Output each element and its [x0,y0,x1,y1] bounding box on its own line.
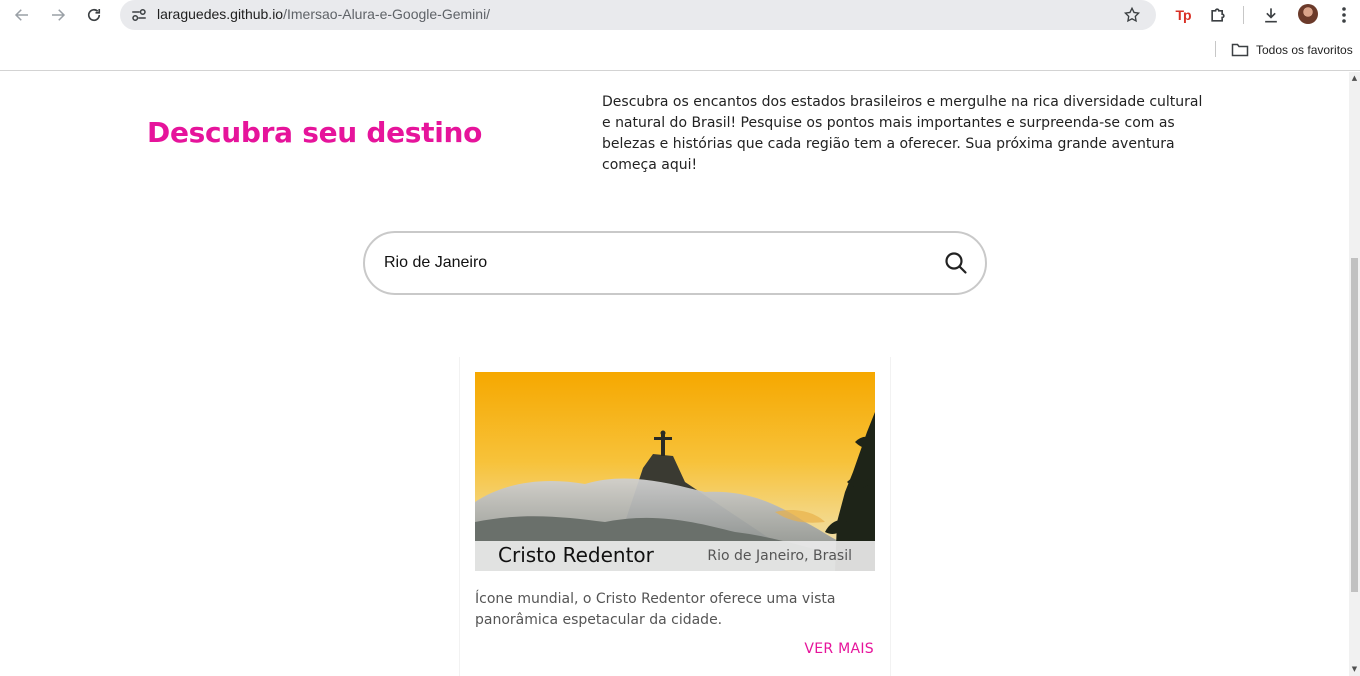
result-card: Cristo Redentor Rio de Janeiro, Brasil Í… [459,357,891,676]
page-scrollbar[interactable]: ▲ ▼ [1349,72,1360,676]
site-info-icon[interactable] [126,2,152,28]
card-location: Rio de Janeiro, Brasil [707,548,852,564]
back-icon[interactable] [8,2,36,28]
menu-icon[interactable] [1332,3,1356,27]
bookmarks-divider [1215,41,1216,57]
bookmarks-all-label[interactable]: Todos os favoritos [1256,43,1353,57]
intro-text: Descubra os encantos dos estados brasile… [602,94,1203,173]
page-title: Descubra seu destino [147,116,483,149]
card-title: Cristo Redentor [498,543,654,567]
search-box[interactable] [363,231,987,295]
scroll-up-icon[interactable]: ▲ [1351,75,1358,82]
reload-icon[interactable] [80,2,108,28]
scroll-thumb[interactable] [1351,258,1358,592]
url-host: laraguedes.github.io [157,6,284,22]
url-text[interactable]: laraguedes.github.io/Imersao-Alura-e-Goo… [157,6,490,22]
folder-icon[interactable] [1231,42,1249,58]
download-icon[interactable] [1259,3,1283,27]
bookmarks-bar: Todos os favoritos [0,30,1360,71]
tp-extension-icon[interactable]: Tp [1172,4,1194,26]
toolbar-divider [1243,6,1244,24]
card-caption-bar: Cristo Redentor Rio de Janeiro, Brasil [475,541,875,571]
scroll-down-icon[interactable]: ▼ [1351,666,1358,673]
star-icon[interactable] [1120,3,1144,27]
ver-mais-link[interactable]: VER MAIS [804,641,874,657]
extensions-icon[interactable] [1206,3,1230,27]
profile-avatar[interactable] [1298,4,1318,24]
url-path: /Imersao-Alura-e-Google-Gemini/ [283,6,491,22]
page-viewport: Descubra seu destino Descubra os encanto… [0,72,1349,676]
card-description: Ícone mundial, o Cristo Redentor oferece… [475,591,836,628]
browser-toolbar: laraguedes.github.io/Imersao-Alura-e-Goo… [0,0,1360,30]
search-input[interactable] [384,251,924,275]
address-bar[interactable]: laraguedes.github.io/Imersao-Alura-e-Goo… [120,0,1156,30]
forward-icon[interactable] [44,2,72,28]
search-icon[interactable] [943,250,969,276]
